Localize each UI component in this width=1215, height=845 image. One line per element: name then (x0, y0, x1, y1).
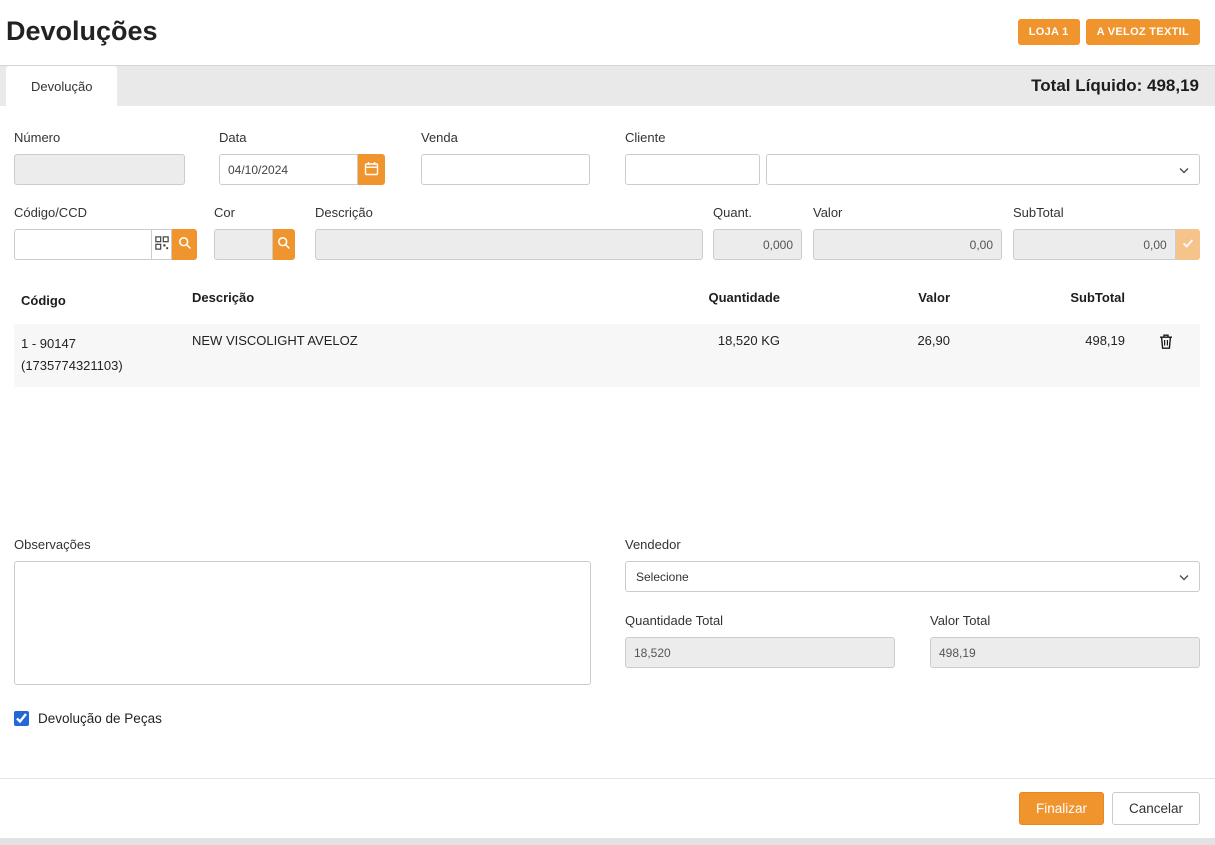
col-quantidade: Quantidade (660, 290, 780, 305)
col-subtotal: SubTotal (950, 290, 1125, 305)
page-title: Devoluções (6, 16, 158, 47)
cor-field: Cor (214, 205, 295, 260)
quant-field: Quant. (713, 205, 802, 260)
total-liquido: Total Líquido: 498,19 (1031, 76, 1215, 96)
cell-quantidade: 18,520 KG (660, 333, 780, 348)
cliente-input[interactable] (625, 154, 760, 185)
cell-subtotal: 498,19 (950, 333, 1125, 348)
numero-field: Número (14, 130, 185, 185)
observacoes-label: Observações (14, 537, 591, 552)
company-badge[interactable]: A VELOZ TEXTIL (1086, 19, 1200, 45)
cancelar-button[interactable]: Cancelar (1112, 792, 1200, 825)
tab-devolucao[interactable]: Devolução (6, 66, 117, 106)
form-row-2: Código/CCD Cor (14, 205, 1200, 260)
cell-valor: 26,90 (780, 333, 950, 348)
numero-label: Número (14, 130, 185, 145)
main-content: Número Data Venda Client (0, 106, 1215, 754)
observacoes-textarea[interactable] (14, 561, 591, 685)
valor-total-label: Valor Total (930, 613, 1200, 628)
data-field: Data (219, 130, 385, 185)
valor-input (813, 229, 1002, 260)
quantidade-total-field: Quantidade Total (625, 613, 895, 668)
devolucoes-page: Devoluções LOJA 1 A VELOZ TEXTIL Devoluç… (0, 0, 1215, 838)
subtotal-label: SubTotal (1013, 205, 1200, 220)
quant-input (713, 229, 802, 260)
codigo-field: Código/CCD (14, 205, 197, 260)
vendedor-select-value: Selecione (636, 570, 689, 584)
venda-label: Venda (421, 130, 590, 145)
cliente-select[interactable] (766, 154, 1200, 185)
subtotal-input (1013, 229, 1176, 260)
item-codigo: 1 - 90147 (21, 333, 192, 354)
form-row-1: Número Data Venda Client (14, 130, 1200, 185)
observacoes-field: Observações (14, 537, 591, 685)
vendedor-select[interactable]: Selecione (625, 561, 1200, 592)
spacer (14, 387, 1200, 537)
cor-label: Cor (214, 205, 295, 220)
trash-icon (1158, 338, 1174, 353)
col-descricao: Descrição (192, 290, 660, 305)
bottom-section: Observações Vendedor Selecione (14, 537, 1200, 685)
col-codigo: Código (14, 290, 192, 311)
search-icon (277, 236, 291, 253)
valor-label: Valor (813, 205, 1002, 220)
check-icon (1181, 236, 1195, 253)
valor-total-field: Valor Total (930, 613, 1200, 668)
store-badge[interactable]: LOJA 1 (1018, 19, 1080, 45)
subtotal-field: SubTotal (1013, 205, 1200, 260)
table-header: Código Descrição Quantidade Valor SubTot… (14, 280, 1200, 324)
cor-input (214, 229, 273, 260)
barcode-icon (155, 236, 169, 253)
page-header: Devoluções LOJA 1 A VELOZ TEXTIL (0, 0, 1215, 65)
col-valor: Valor (780, 290, 950, 305)
codigo-input[interactable] (14, 229, 152, 260)
vendedor-field: Vendedor Selecione (625, 537, 1200, 592)
descricao-field: Descrição (315, 205, 703, 260)
confirm-item-button[interactable] (1176, 229, 1200, 260)
cell-actions (1125, 333, 1200, 350)
cell-descricao: NEW VISCOLIGHT AVELOZ (192, 333, 660, 348)
header-badges: LOJA 1 A VELOZ TEXTIL (1018, 19, 1200, 45)
tab-strip: Devolução Total Líquido: 498,19 (0, 65, 1215, 106)
valor-field: Valor (813, 205, 1002, 260)
quant-label: Quant. (713, 205, 802, 220)
venda-input[interactable] (421, 154, 590, 185)
item-codigo-barcode: (1735774321103) (21, 355, 192, 376)
items-table: Código Descrição Quantidade Valor SubTot… (14, 280, 1200, 387)
devolucao-pecas-row: Devolução de Peças (14, 711, 1200, 726)
delete-item-button[interactable] (1158, 333, 1174, 350)
devolucao-pecas-checkbox[interactable] (14, 711, 29, 726)
venda-field: Venda (421, 130, 590, 185)
totals-row: Quantidade Total Valor Total (625, 613, 1200, 668)
calendar-icon (364, 161, 379, 179)
quantidade-total-label: Quantidade Total (625, 613, 895, 628)
totals-section: Vendedor Selecione Quantidade Total V (625, 537, 1200, 685)
codigo-label: Código/CCD (14, 205, 197, 220)
chevron-down-icon (1179, 570, 1189, 584)
valor-total-input (930, 637, 1200, 668)
numero-input (14, 154, 185, 185)
devolucao-pecas-label[interactable]: Devolução de Peças (38, 711, 162, 726)
cliente-label: Cliente (625, 130, 1200, 145)
quantidade-total-input (625, 637, 895, 668)
descricao-input (315, 229, 703, 260)
table-row: 1 - 90147 (1735774321103) NEW VISCOLIGHT… (14, 324, 1200, 387)
search-icon (178, 236, 192, 253)
cell-codigo: 1 - 90147 (1735774321103) (14, 333, 192, 376)
descricao-label: Descrição (315, 205, 703, 220)
cliente-field: Cliente (625, 130, 1200, 185)
footer-actions: Finalizar Cancelar (0, 778, 1215, 838)
codigo-search-button[interactable] (172, 229, 197, 260)
vendedor-label: Vendedor (625, 537, 1200, 552)
finalizar-button[interactable]: Finalizar (1019, 792, 1104, 825)
chevron-down-icon (1179, 163, 1189, 177)
data-input[interactable] (219, 154, 358, 185)
barcode-button[interactable] (152, 229, 173, 260)
calendar-button[interactable] (358, 154, 385, 185)
data-label: Data (219, 130, 385, 145)
cor-search-button[interactable] (273, 229, 295, 260)
